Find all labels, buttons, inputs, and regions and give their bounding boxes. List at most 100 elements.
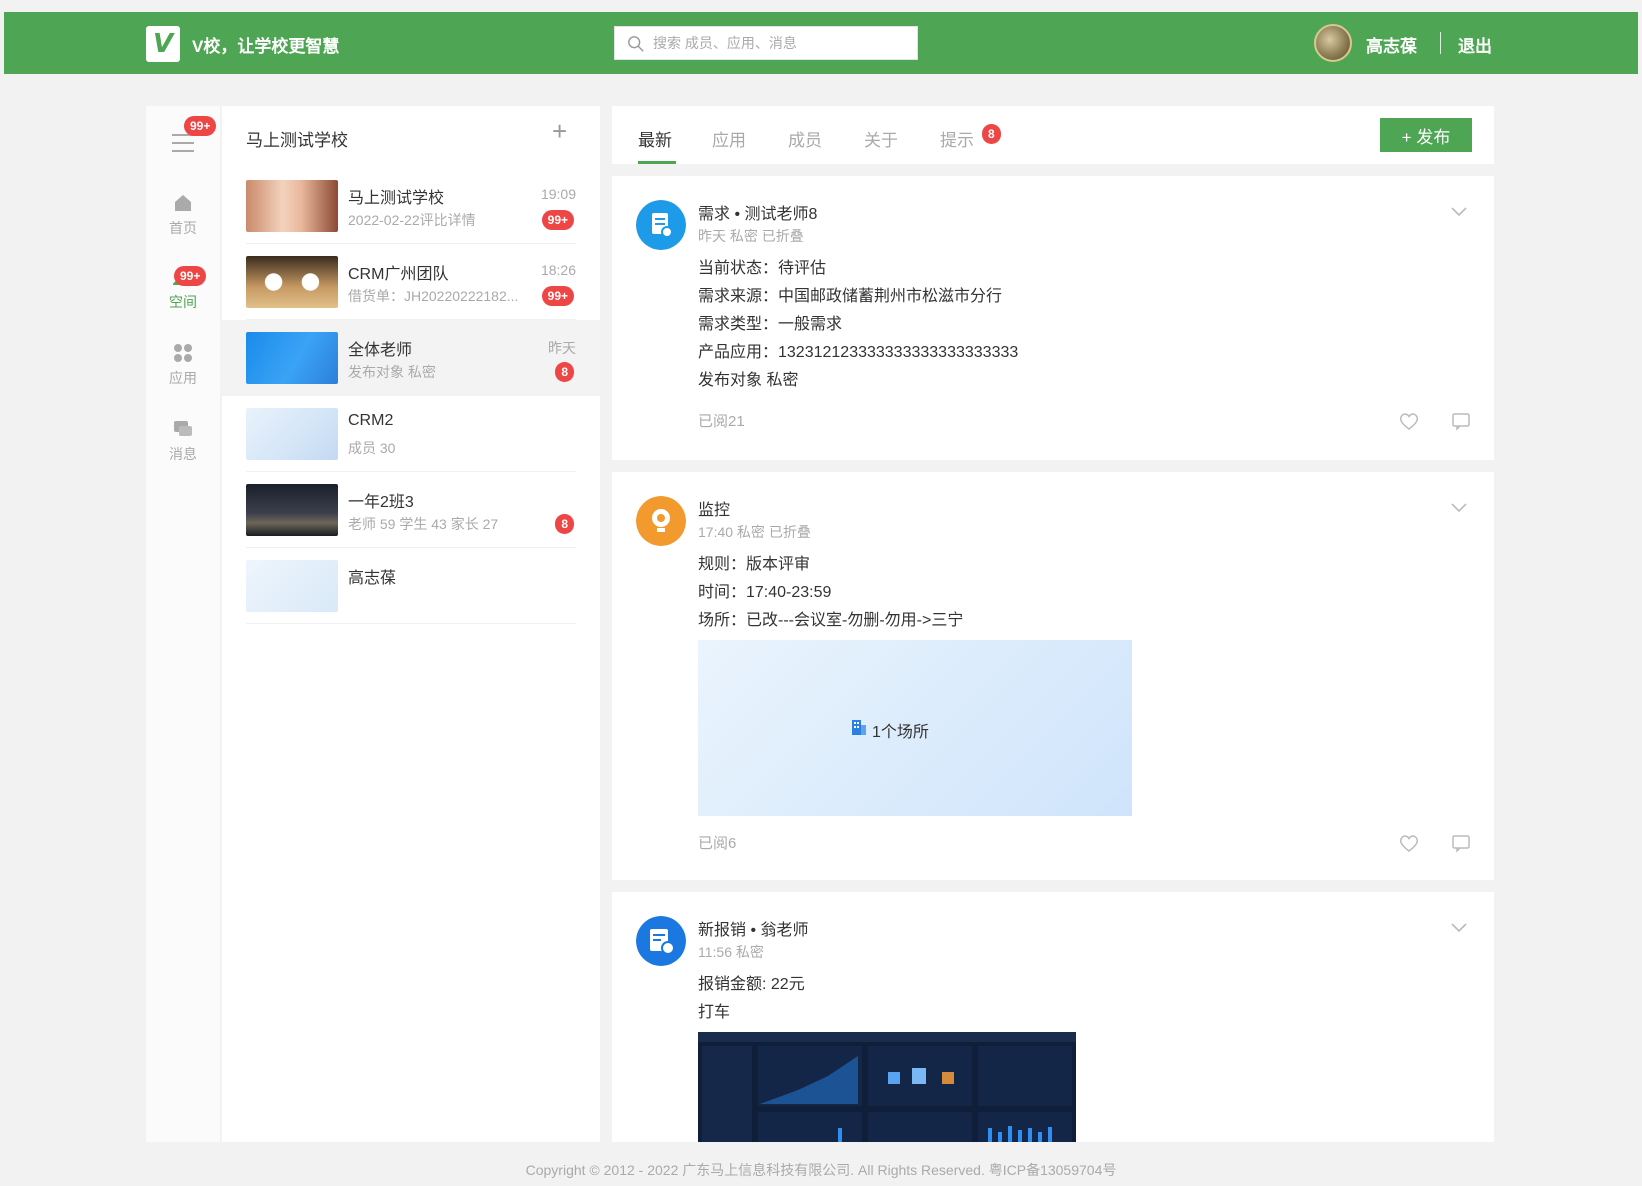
group-preview: 发布对象 私密 <box>348 364 436 380</box>
menu-icon[interactable] <box>172 134 194 154</box>
request-icon <box>636 200 686 250</box>
school-title: 马上测试学校 <box>246 131 348 150</box>
feed-tabs: 最新 应用 成员 关于 提示 8 + 发布 <box>612 106 1494 164</box>
group-name: 全体老师 <box>348 342 413 359</box>
read-count[interactable]: 已阅6 <box>698 832 736 853</box>
chevron-down-icon[interactable] <box>1450 922 1468 934</box>
logo-icon[interactable]: V <box>146 26 180 62</box>
list-item[interactable]: 一年2班3 老师 59 学生 43 家长 27 8 <box>222 472 600 548</box>
header-divider <box>1440 32 1441 54</box>
post-line: 产品应用：132312123333333333333333333 <box>698 344 1019 361</box>
tab-members[interactable]: 成员 <box>788 126 822 151</box>
nav-item-apps[interactable]: 应用 <box>146 342 220 388</box>
user-avatar[interactable] <box>1314 24 1352 62</box>
post-line: 打车 <box>698 1004 731 1021</box>
post-line: 时间：17:40-23:59 <box>698 584 832 601</box>
home-icon <box>175 195 191 211</box>
apps-icon <box>174 344 192 362</box>
search-icon <box>628 36 644 52</box>
search-box[interactable] <box>614 26 918 60</box>
post-line: 报销金额: 22元 <box>698 976 805 993</box>
post-title[interactable]: 新报销 • 翁老师 <box>698 916 809 940</box>
unread-badge: 99+ <box>541 210 574 230</box>
comment-icon[interactable] <box>1450 410 1472 432</box>
tab-apps[interactable]: 应用 <box>712 126 746 151</box>
post-line: 场所：已改---会议室-勿删-勿用->三宁 <box>698 612 964 629</box>
copyright: Copyright © 2012 - 2022 广东马上信息科技有限公司. Al… <box>525 1162 1117 1178</box>
nav-label: 消息 <box>169 446 197 462</box>
post-line: 需求类型：一般需求 <box>698 316 843 333</box>
monitor-icon <box>636 496 686 546</box>
post-line: 需求来源：中国邮政储蓄荆州市松滋市分行 <box>698 288 1003 305</box>
nav-label: 首页 <box>169 220 197 236</box>
tab-about[interactable]: 关于 <box>864 126 898 151</box>
logout-button[interactable]: 退出 <box>1458 32 1492 57</box>
dashboard-preview <box>698 1032 1076 1142</box>
reimburse-icon <box>636 916 686 966</box>
left-nav: 99+ 首页 空间 99+ 应用 消息 <box>146 106 220 1142</box>
top-bar: V V校，让学校更智慧 高志葆 退出 <box>4 12 1638 74</box>
group-name: CRM2 <box>348 412 394 429</box>
list-item[interactable]: CRM2 成员 30 <box>222 396 600 472</box>
group-thumbnail <box>246 180 338 232</box>
attachment-screenshot[interactable] <box>698 1032 1076 1142</box>
group-preview: 成员 30 <box>348 440 396 456</box>
group-thumbnail <box>246 484 338 536</box>
chevron-down-icon[interactable] <box>1450 502 1468 514</box>
post-title[interactable]: 监控 <box>698 496 730 520</box>
group-thumbnail <box>246 256 338 308</box>
active-tab-indicator <box>638 161 676 164</box>
post-title[interactable]: 需求 • 测试老师8 <box>698 200 817 224</box>
message-icon <box>174 421 192 436</box>
post-meta: 昨天 私密 已折叠 <box>698 228 804 244</box>
post-meta: 17:40 私密 已折叠 <box>698 524 811 540</box>
list-item[interactable]: 高志葆 <box>222 548 600 624</box>
nav-item-messages[interactable]: 消息 <box>146 418 220 464</box>
group-name: 一年2班3 <box>348 494 414 511</box>
heart-icon[interactable] <box>1398 832 1420 854</box>
chevron-down-icon[interactable] <box>1450 206 1468 218</box>
post-line: 当前状态：待评估 <box>698 260 827 277</box>
unread-badge: 99+ <box>541 286 574 306</box>
add-group-button[interactable]: + <box>552 116 567 147</box>
group-preview: 2022-02-22评比详情 <box>348 212 476 228</box>
group-thumbnail <box>246 560 338 612</box>
feed-post: 新报销 • 翁老师 11:56 私密 报销金额: 22元 打车 <box>612 892 1494 1142</box>
unread-badge: 8 <box>555 514 574 534</box>
list-item[interactable]: CRM广州团队 借货单：JH20220222182... 18:26 99+ <box>222 244 600 320</box>
group-thumbnail <box>246 332 338 384</box>
search-input[interactable] <box>653 27 903 59</box>
group-name: 高志葆 <box>348 570 397 587</box>
user-name[interactable]: 高志葆 <box>1366 32 1417 57</box>
feed-post: 需求 • 测试老师8 昨天 私密 已折叠 当前状态：待评估 需求来源：中国邮政储… <box>612 176 1494 460</box>
building-icon <box>852 720 866 735</box>
group-time: 昨天 <box>548 340 576 356</box>
comment-icon[interactable] <box>1450 832 1472 854</box>
group-time: 19:09 <box>540 186 576 202</box>
venue-count: 1个场所 <box>872 724 929 741</box>
publish-button[interactable]: + 发布 <box>1380 118 1472 152</box>
group-preview: 借货单：JH20220222182... <box>348 288 519 304</box>
tab-latest[interactable]: 最新 <box>638 126 672 151</box>
group-time: 18:26 <box>540 262 576 278</box>
menu-badge: 99+ <box>184 116 217 136</box>
tips-badge: 8 <box>982 124 1001 144</box>
nav-item-home[interactable]: 首页 <box>146 192 220 238</box>
nav-label: 应用 <box>169 370 197 386</box>
heart-icon[interactable] <box>1398 410 1420 432</box>
group-list: 马上测试学校 + 马上测试学校 2022-02-22评比详情 19:09 99+… <box>222 106 600 1142</box>
post-line: 规则：版本评审 <box>698 556 811 573</box>
space-badge: 99+ <box>174 266 207 286</box>
group-preview: 老师 59 学生 43 家长 27 <box>348 516 499 532</box>
unread-badge: 8 <box>555 362 574 382</box>
feed-post: 监控 17:40 私密 已折叠 规则：版本评审 时间：17:40-23:59 场… <box>612 472 1494 880</box>
nav-label: 空间 <box>169 294 197 310</box>
list-item[interactable]: 马上测试学校 2022-02-22评比详情 19:09 99+ <box>222 168 600 244</box>
post-meta: 11:56 私密 <box>698 944 764 960</box>
brand-slogan: V校，让学校更智慧 <box>192 37 340 56</box>
venue-card[interactable]: 1个场所 <box>698 640 1132 816</box>
group-name: 马上测试学校 <box>348 190 445 207</box>
list-item[interactable]: 全体老师 发布对象 私密 昨天 8 <box>222 320 600 396</box>
tab-tips[interactable]: 提示 <box>940 126 974 151</box>
read-count[interactable]: 已阅21 <box>698 410 745 431</box>
